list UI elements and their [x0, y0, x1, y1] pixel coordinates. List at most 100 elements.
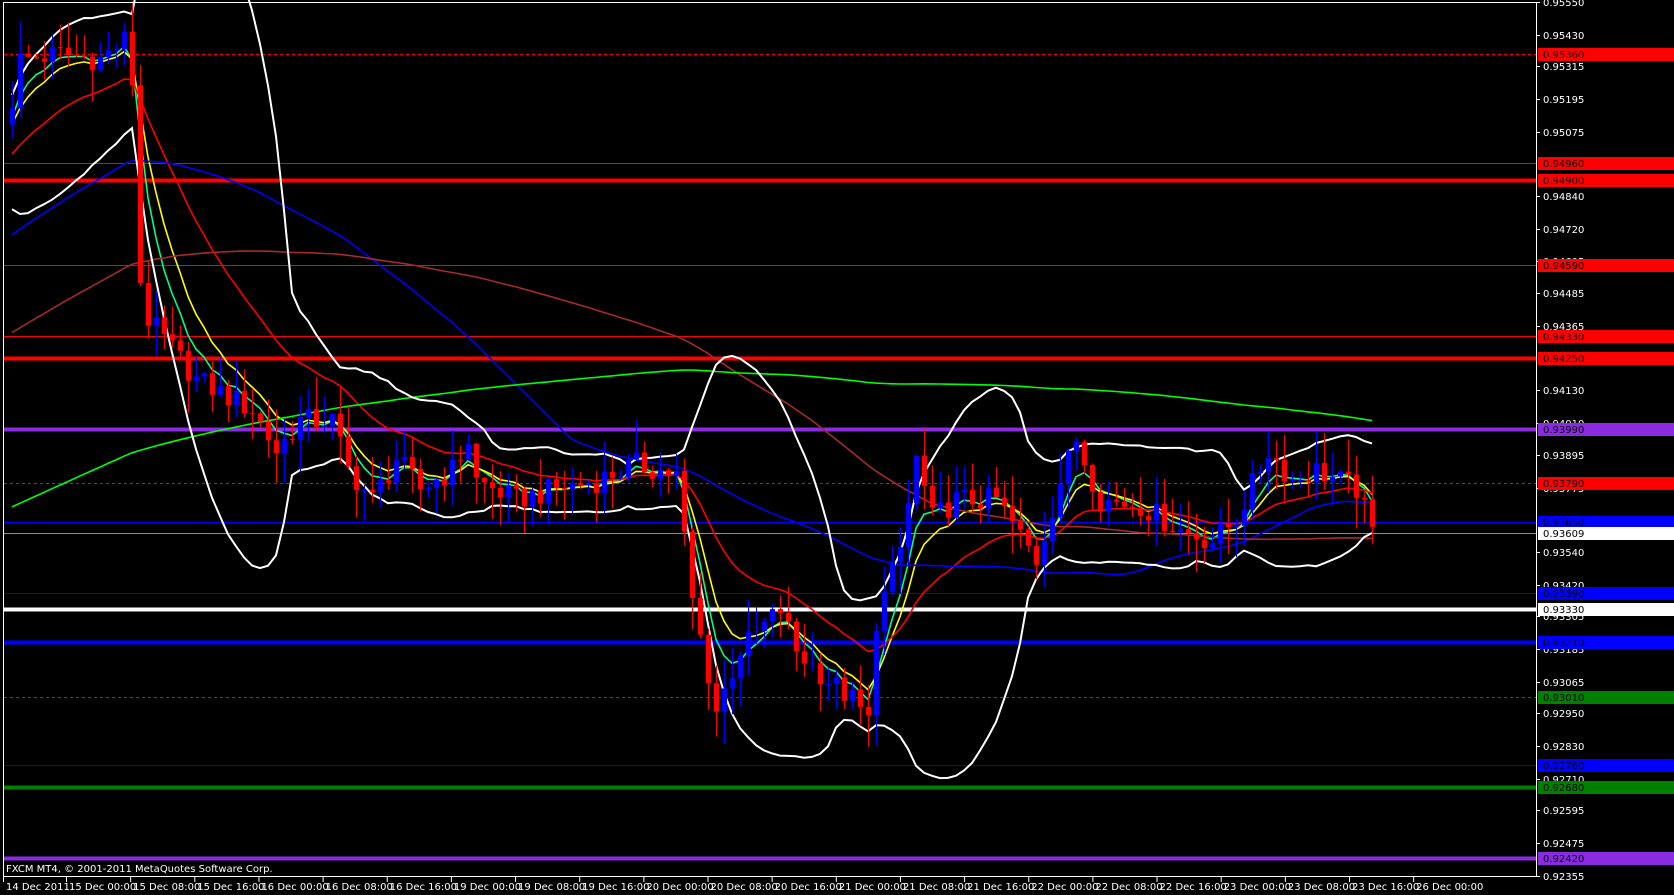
x-tick-label: 16 Dec 16:00: [390, 882, 457, 893]
candle-body: [794, 621, 799, 652]
candle-body: [258, 413, 263, 422]
candle: [138, 64, 143, 287]
candle-body: [490, 482, 495, 489]
candle: [546, 476, 551, 525]
candle-body: [1050, 517, 1055, 542]
candle: [170, 306, 175, 348]
candle-body: [314, 409, 319, 427]
candle-body: [466, 443, 471, 460]
candle-body: [618, 477, 623, 479]
candle: [994, 466, 999, 498]
level-price-label: 0.93390: [1543, 589, 1584, 600]
candle-body: [858, 689, 863, 707]
level-price-label: 0.93790: [1543, 479, 1584, 490]
candle-body: [330, 413, 335, 427]
candle-body: [1002, 497, 1007, 507]
candle-body: [26, 53, 31, 57]
y-tick-label: 0.94720: [1543, 225, 1584, 236]
candle-body: [586, 483, 591, 486]
candle-body: [1290, 480, 1295, 482]
candle-body: [1194, 533, 1199, 540]
copyright-footer: FXCM MT4, © 2001-2011 MetaQuotes Softwar…: [6, 864, 273, 875]
level-price-label: 0.94250: [1543, 354, 1584, 365]
candle-body: [322, 426, 327, 428]
candle-body: [658, 470, 663, 479]
candle-body: [234, 390, 239, 406]
candle-body: [1106, 499, 1111, 512]
candle: [1114, 481, 1119, 507]
candle-body: [346, 436, 351, 467]
candle-body: [1154, 503, 1159, 521]
candle-body: [242, 390, 247, 414]
candle-body: [1058, 483, 1063, 518]
candle-body: [426, 487, 431, 490]
candle-body: [90, 56, 95, 71]
candle-body: [1346, 471, 1351, 475]
candle: [778, 595, 783, 638]
candle-body: [402, 456, 407, 461]
candle: [402, 432, 407, 469]
candle-body: [82, 55, 87, 57]
candle: [642, 441, 647, 474]
candle: [490, 464, 495, 519]
candle: [530, 487, 535, 526]
candle: [258, 411, 263, 428]
candle-body: [290, 438, 295, 441]
time-axis[interactable]: 14 Dec 2011 15 Dec 00:0015 Dec 08:0015 De…: [3, 877, 1484, 893]
candle-body: [674, 470, 679, 477]
candle-body: [570, 483, 575, 490]
x-tick-label: 21 Dec 00:00: [839, 882, 906, 893]
candle: [178, 325, 183, 357]
candle: [434, 476, 439, 514]
candle-body: [642, 452, 647, 473]
candle: [418, 458, 423, 512]
candle-body: [906, 502, 911, 548]
candle: [1154, 476, 1159, 547]
price-axis[interactable]: 0.95550 0.95430 0.95315 0.95195 0.95075 0.948…: [1537, 0, 1584, 883]
candle: [450, 430, 455, 506]
candle-body: [1282, 460, 1287, 482]
candle-body: [1034, 545, 1039, 565]
candle-body: [826, 683, 831, 685]
candle-body: [698, 598, 703, 635]
candle: [1002, 480, 1007, 519]
candle-body: [914, 455, 919, 503]
candles: [10, 1, 1375, 747]
x-tick-label: 15 Dec 16:00: [197, 882, 264, 893]
candle-body: [610, 471, 615, 479]
x-tick-label: 21 Dec 16:00: [967, 882, 1034, 893]
candle-body: [1242, 509, 1247, 526]
candle-body: [994, 487, 999, 498]
candle-body: [738, 655, 743, 679]
x-tick-label: 21 Dec 08:00: [903, 882, 970, 893]
candle: [890, 545, 895, 595]
candle: [930, 465, 935, 515]
candle-body: [1330, 476, 1335, 482]
candle-body: [1322, 462, 1327, 482]
candle: [794, 618, 799, 671]
candle: [1010, 476, 1015, 554]
candle-body: [434, 479, 439, 488]
y-tick-label: 0.94485: [1543, 289, 1584, 300]
y-tick-label: 0.95550: [1543, 0, 1584, 9]
x-tick-label: 20 Dec 00:00: [646, 882, 713, 893]
candle-body: [762, 621, 767, 631]
y-tick-label: 0.93540: [1543, 548, 1584, 559]
candle: [338, 386, 343, 463]
candle-body: [594, 483, 599, 493]
candle: [690, 526, 695, 629]
candle-body: [138, 85, 143, 283]
candle-body: [706, 634, 711, 684]
candle-body: [1338, 471, 1343, 477]
candle: [346, 406, 351, 470]
level-price-label: 0.93330: [1543, 605, 1584, 616]
candle-body: [786, 612, 791, 622]
level-price-label: 0.94960: [1543, 159, 1584, 170]
candle-body: [58, 47, 63, 49]
x-tick-label: 15 Dec 08:00: [133, 882, 200, 893]
candle-body: [1218, 523, 1223, 544]
candle-body: [778, 609, 783, 613]
candle-body: [842, 677, 847, 701]
price-chart[interactable]: 0.95550 0.95430 0.95315 0.95195 0.95075 0.948…: [0, 0, 1674, 895]
candle-body: [818, 663, 823, 685]
